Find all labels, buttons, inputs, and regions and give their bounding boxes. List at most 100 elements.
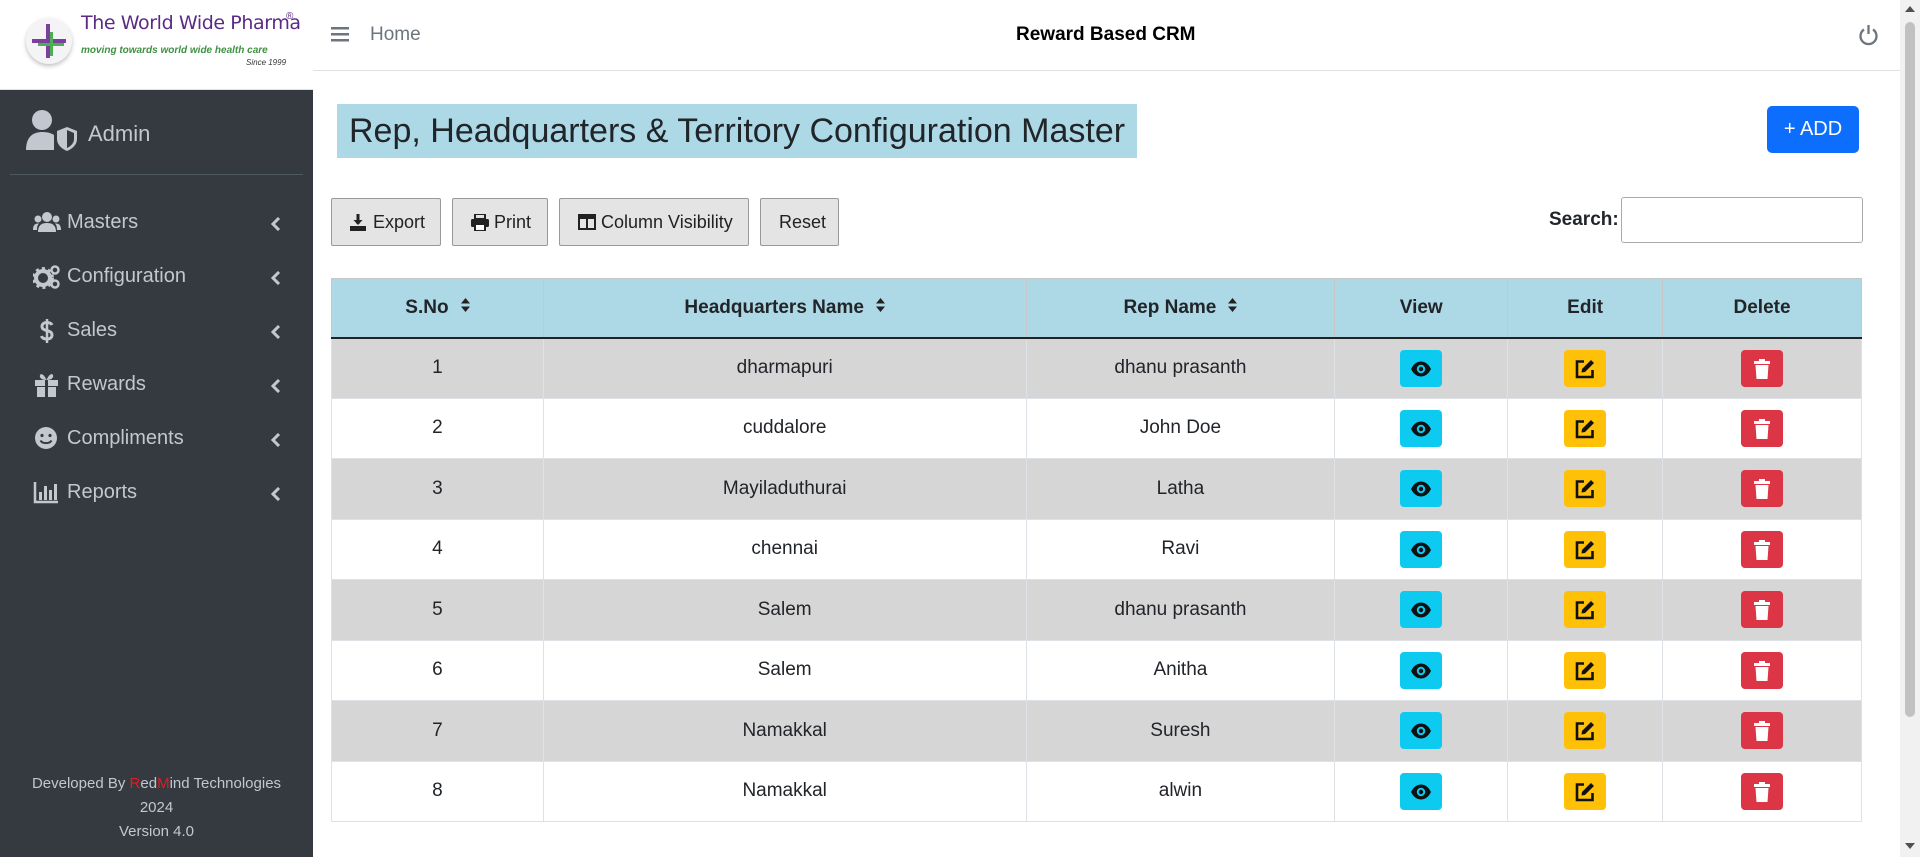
cell-edit: [1507, 700, 1664, 762]
cell-delete: [1662, 760, 1862, 822]
column-header-rep-name[interactable]: Rep Name: [1025, 278, 1336, 339]
chevron-left-icon: [270, 214, 281, 237]
scroll-up-arrow-icon[interactable]: [1905, 6, 1915, 12]
view-button[interactable]: [1400, 409, 1443, 447]
nav-item-rewards[interactable]: Rewards: [10, 358, 303, 412]
cell-headquarters: dharmapuri: [542, 337, 1027, 399]
cell-headquarters: Salem: [542, 579, 1027, 641]
edit-button[interactable]: [1564, 591, 1607, 629]
reset-button[interactable]: Reset: [760, 198, 839, 246]
view-button[interactable]: [1400, 470, 1443, 508]
search-label: Search:: [1549, 209, 1619, 230]
header-rep-name-label: Rep Name: [1123, 296, 1217, 318]
column-header-headquarters[interactable]: Headquarters Name: [542, 278, 1027, 339]
table-row: 2 cuddalore John Doe: [331, 397, 1862, 459]
edit-button[interactable]: [1564, 470, 1607, 508]
delete-button[interactable]: [1741, 409, 1784, 447]
delete-button[interactable]: [1741, 349, 1784, 387]
developer-name: RedMind Technologies: [130, 775, 282, 792]
add-button[interactable]: + ADD: [1767, 106, 1859, 153]
edit-button[interactable]: [1564, 409, 1607, 447]
cell-sno: 1: [331, 337, 544, 399]
delete-button[interactable]: [1741, 772, 1784, 810]
cell-rep-name: Anitha: [1025, 639, 1336, 701]
cell-view: [1334, 700, 1509, 762]
cell-sno: 5: [331, 579, 544, 641]
edit-button[interactable]: [1564, 651, 1607, 689]
cell-rep-name: alwin: [1025, 760, 1336, 822]
brand-logo[interactable]: The World Wide Pharma ® moving towards w…: [0, 0, 313, 90]
cell-sno: 7: [331, 700, 544, 762]
column-visibility-button[interactable]: Column Visibility: [559, 198, 749, 246]
cell-headquarters: Mayiladuthurai: [542, 458, 1027, 520]
columns-icon: [578, 214, 596, 230]
header-headquarters-label: Headquarters Name: [684, 296, 864, 318]
chevron-left-icon: [270, 430, 281, 453]
edit-button[interactable]: [1564, 772, 1607, 810]
column-visibility-label: Column Visibility: [601, 212, 733, 232]
column-header-sno[interactable]: S.No: [331, 278, 544, 339]
delete-button[interactable]: [1741, 651, 1784, 689]
brand-name: The World Wide Pharma: [81, 12, 301, 34]
delete-button[interactable]: [1741, 591, 1784, 629]
cell-delete: [1662, 518, 1862, 580]
cell-view: [1334, 337, 1509, 399]
view-button[interactable]: [1400, 712, 1443, 750]
edit-button[interactable]: [1564, 712, 1607, 750]
delete-button[interactable]: [1741, 470, 1784, 508]
view-button[interactable]: [1400, 530, 1443, 568]
delete-button[interactable]: [1741, 712, 1784, 750]
cell-delete: [1662, 700, 1862, 762]
home-link[interactable]: Home: [370, 24, 421, 46]
cell-delete: [1662, 458, 1862, 520]
brand-letter-r: R: [129, 775, 141, 792]
cell-view: [1334, 760, 1509, 822]
nav-item-compliments[interactable]: Compliments: [10, 412, 303, 466]
user-panel[interactable]: Admin: [10, 91, 303, 175]
view-button[interactable]: [1400, 349, 1443, 387]
column-header-delete: Delete: [1662, 278, 1862, 339]
brand-letter-m: M: [157, 775, 170, 792]
cell-sno: 6: [331, 639, 544, 701]
hamburger-menu-icon[interactable]: [331, 26, 349, 47]
cell-headquarters: Salem: [542, 639, 1027, 701]
scroll-thumb[interactable]: [1905, 22, 1915, 717]
vertical-scrollbar[interactable]: [1900, 0, 1920, 857]
delete-button[interactable]: [1741, 530, 1784, 568]
table-row: 7 Namakkal Suresh: [331, 700, 1862, 762]
edit-button[interactable]: [1564, 530, 1607, 568]
power-logout-icon[interactable]: [1858, 24, 1879, 51]
scroll-down-arrow-icon[interactable]: [1905, 843, 1915, 849]
search-input[interactable]: [1621, 197, 1863, 243]
config-table: S.No Headquarters Name Rep Name View Edi…: [331, 278, 1862, 822]
chevron-left-icon: [270, 322, 281, 345]
nav-item-masters[interactable]: Masters: [10, 196, 303, 250]
export-label: Export: [373, 212, 426, 232]
cell-rep-name: dhanu prasanth: [1025, 579, 1336, 641]
view-button[interactable]: [1400, 772, 1443, 810]
nav-label-rewards: Rewards: [67, 373, 146, 395]
view-button[interactable]: [1400, 651, 1443, 689]
print-button[interactable]: Print: [452, 198, 548, 246]
cell-edit: [1507, 458, 1664, 520]
cell-edit: [1507, 337, 1664, 399]
column-header-view: View: [1334, 278, 1509, 339]
cell-rep-name: John Doe: [1025, 397, 1336, 459]
export-button[interactable]: Export: [331, 198, 441, 246]
reset-label: Reset: [779, 212, 827, 232]
cell-view: [1334, 518, 1509, 580]
view-button[interactable]: [1400, 591, 1443, 629]
nav-item-sales[interactable]: Sales: [10, 304, 303, 358]
edit-button[interactable]: [1564, 349, 1607, 387]
registered-mark: ®: [286, 11, 294, 22]
cell-delete: [1662, 337, 1862, 399]
printer-icon: [471, 214, 489, 231]
nav-item-configuration[interactable]: Configuration: [10, 250, 303, 304]
cell-sno: 8: [331, 760, 544, 822]
cell-edit: [1507, 397, 1664, 459]
cell-headquarters: chennai: [542, 518, 1027, 580]
cell-headquarters: Namakkal: [542, 700, 1027, 762]
sort-icon: [875, 297, 885, 319]
table-row: 8 Namakkal alwin: [331, 760, 1862, 822]
nav-item-reports[interactable]: Reports: [10, 466, 303, 520]
